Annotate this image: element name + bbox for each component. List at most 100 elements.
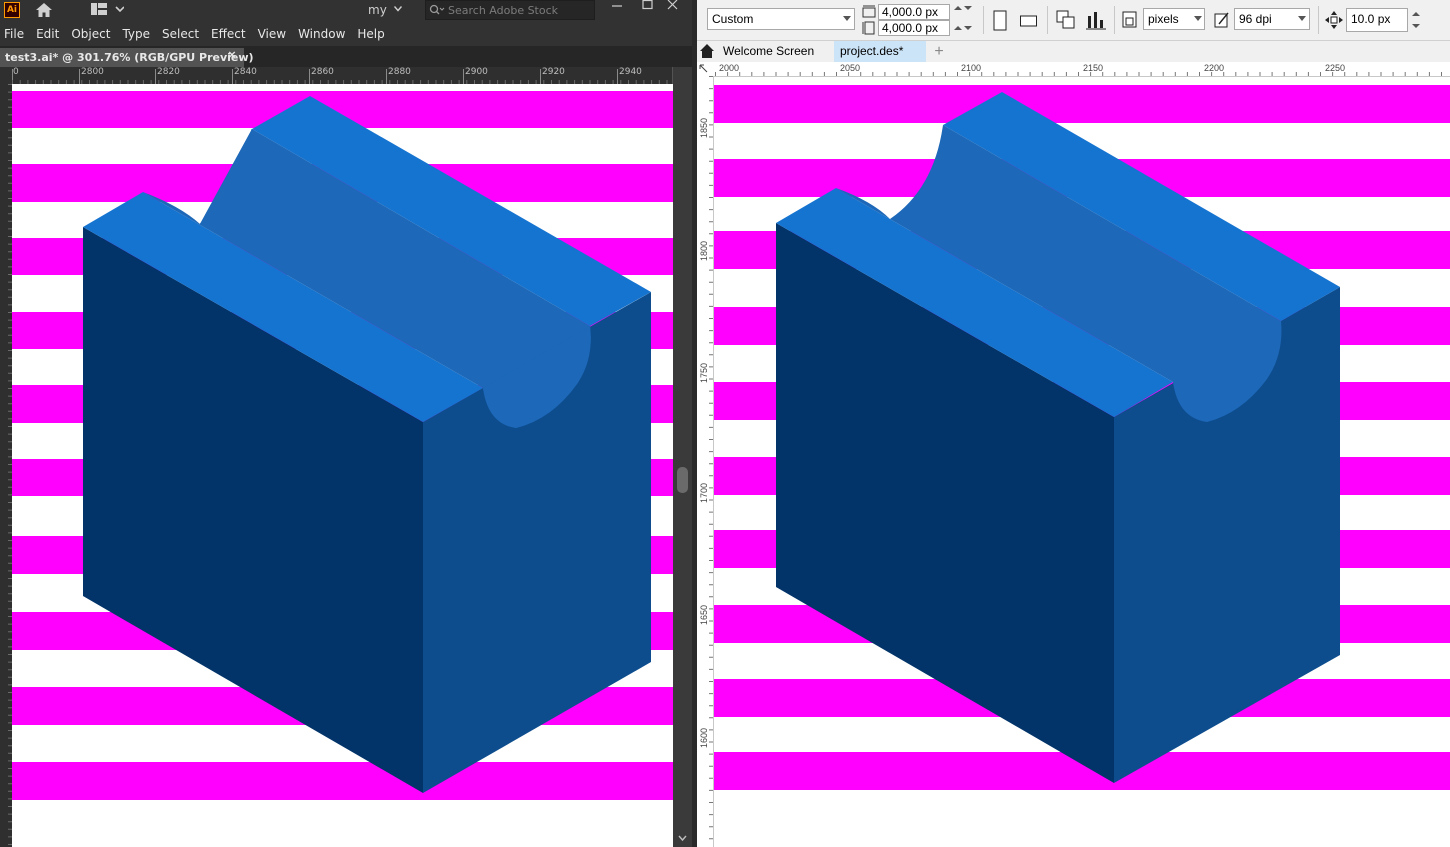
horizontal-ruler[interactable]: 2000 2050 2100 2150 2200 2250 (697, 62, 1450, 77)
chevron-down-icon[interactable] (1194, 16, 1202, 22)
artwork (714, 85, 1450, 790)
designer-window: Custom 4,000.0 px 4,000.0 px pixels 96 d… (697, 0, 1450, 847)
context-toolbar: Custom 4,000.0 px 4,000.0 px pixels 96 d… (697, 0, 1450, 41)
width-spinner[interactable] (951, 4, 973, 20)
ruler-label: 2250 (1325, 63, 1346, 73)
document-tab-bar: Welcome Screen project.des* + (697, 41, 1450, 62)
add-tab-button[interactable]: + (929, 41, 949, 62)
document-preset-value: Custom (712, 12, 754, 26)
landscape-icon[interactable] (1019, 13, 1039, 29)
chevron-down-icon (964, 6, 972, 10)
ruler-label: 2900 (465, 67, 488, 77)
home-icon[interactable] (699, 43, 715, 59)
menu-bar: File Edit Object Type Select Effect View Window… (0, 22, 692, 46)
dpi-icon (1214, 12, 1229, 28)
app-logo: Ai (4, 2, 20, 18)
ruler-label: 2200 (1204, 63, 1225, 73)
search-icon (429, 4, 445, 15)
ruler-label: 2880 (388, 67, 411, 77)
tab-label: Welcome Screen (723, 44, 815, 58)
stripe (12, 762, 673, 800)
ruler-label: 1650 (699, 604, 709, 625)
menu-item-help[interactable]: Help (353, 27, 388, 41)
menu-item-effect[interactable]: Effect (207, 27, 250, 41)
tab-label: project.des* (840, 44, 904, 58)
dpi-value: 96 dpi (1239, 12, 1272, 26)
nudge-value: 10.0 px (1351, 12, 1391, 26)
vertical-ruler[interactable] (0, 84, 12, 847)
toolbar-separator (983, 6, 984, 34)
tab-welcome-screen[interactable]: Welcome Screen (715, 41, 833, 62)
units-icon (1122, 11, 1137, 28)
menu-item-type[interactable]: Type (118, 27, 154, 41)
scroll-thumb[interactable] (677, 467, 688, 493)
close-icon (667, 0, 678, 10)
ruler-label: 2000 (719, 63, 740, 73)
width-field[interactable]: 4,000.0 px (878, 4, 950, 20)
menu-item-edit[interactable]: Edit (32, 27, 63, 41)
window-controls (612, 0, 678, 10)
illustrator-window: Ai my FileEditObjectTypeSelec (0, 0, 692, 847)
nudge-field[interactable]: 10.0 px (1346, 8, 1408, 32)
menu-item-file[interactable]: File (0, 27, 28, 41)
horizontal-ruler[interactable]: 0 2800 2820 2840 2860 2880 2900 2920 2940 (12, 67, 672, 85)
menu-item-view[interactable]: View (254, 27, 290, 41)
height-spinner[interactable] (951, 20, 973, 36)
ruler-label: 2800 (81, 67, 104, 77)
close-tab-icon[interactable]: × (226, 48, 238, 61)
menu-item-select[interactable]: Select (158, 27, 203, 41)
scroll-down-icon[interactable] (677, 833, 688, 843)
ruler-origin-icon (699, 64, 708, 73)
menu-item-window[interactable]: Window (294, 27, 349, 41)
chevron-up-icon (954, 26, 962, 30)
ruler-label: 2860 (311, 67, 334, 77)
chevron-down-icon[interactable] (843, 16, 851, 22)
nudge-spinner[interactable] (1409, 9, 1423, 31)
portrait-icon[interactable] (990, 10, 1010, 32)
align-bottom-icon[interactable] (1085, 9, 1107, 31)
ruler-label: 1600 (699, 727, 709, 748)
workspace-label[interactable]: my (368, 1, 387, 19)
ruler-label: 1700 (699, 482, 709, 503)
document-preset-select[interactable]: Custom (707, 8, 855, 30)
ruler-label: 2050 (840, 63, 861, 73)
vertical-scrollbar[interactable] (673, 67, 692, 847)
maximize-icon (642, 0, 653, 10)
artwork (12, 91, 673, 800)
document-tab-title: test3.ai* @ 301.76% (RGB/GPU Preview) (5, 51, 254, 64)
ruler-ticks (8, 84, 12, 845)
width-icon (862, 5, 876, 18)
height-field[interactable]: 4,000.0 px (878, 20, 950, 36)
workspace-switcher-icon[interactable] (90, 2, 124, 18)
tab-project[interactable]: project.des* (834, 41, 926, 62)
document-tab-bar: test3.ai* @ 301.76% (RGB/GPU Preview) × (0, 46, 692, 67)
vertical-ruler[interactable]: 1850 1800 1750 1700 1650 1600 (697, 76, 714, 847)
height-value: 4,000.0 px (882, 21, 939, 35)
resize-document-icon[interactable] (1055, 9, 1077, 31)
ruler-label: 2820 (157, 67, 180, 77)
menu-item-object[interactable]: Object (67, 27, 114, 41)
home-icon[interactable] (34, 1, 54, 19)
chevron-down-icon[interactable] (1298, 16, 1306, 22)
ruler-label: 0 (13, 67, 19, 77)
ruler-label: 2150 (1083, 63, 1104, 73)
ruler-minor-ticks (709, 76, 713, 840)
toolbar-separator (1318, 6, 1319, 34)
width-value: 4,000.0 px (882, 5, 939, 19)
chevron-down-icon (1412, 24, 1420, 28)
ruler-corner (0, 67, 12, 84)
document-canvas[interactable] (714, 77, 1450, 847)
app-bar: Ai my (0, 0, 692, 22)
stock-search[interactable] (425, 0, 595, 20)
chevron-up-icon (1412, 12, 1420, 16)
chevron-down-icon[interactable] (394, 6, 402, 12)
search-input[interactable] (448, 2, 588, 18)
ruler-label: 1850 (699, 117, 709, 138)
ruler-label: 2940 (619, 67, 642, 77)
ruler-label: 2920 (542, 67, 565, 77)
height-icon (862, 21, 875, 35)
document-tab[interactable]: test3.ai* @ 301.76% (RGB/GPU Preview) × (0, 48, 254, 67)
chevron-up-icon (954, 6, 962, 10)
ruler-label: 2840 (234, 67, 257, 77)
artboard[interactable] (12, 84, 673, 847)
